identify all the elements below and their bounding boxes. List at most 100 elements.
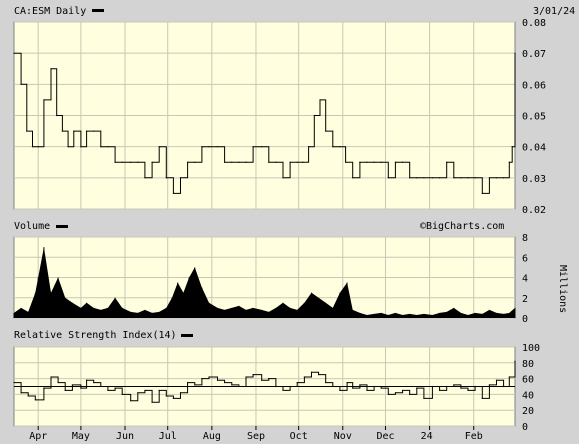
data-point: [514, 52, 516, 54]
data-point: [467, 389, 469, 392]
data-point: [43, 99, 45, 101]
data-point: [332, 385, 334, 388]
data-point: [158, 146, 160, 148]
data-point: [511, 146, 513, 148]
data-point: [302, 161, 304, 163]
data-point: [453, 384, 455, 386]
y-tick-label: 20: [522, 406, 534, 417]
y-tick-label: 100: [522, 343, 540, 354]
volume-label: Volume: [14, 221, 50, 232]
data-point: [165, 395, 167, 397]
y-tick-label: 8: [522, 233, 528, 244]
data-point: [453, 177, 455, 179]
data-point: [495, 379, 498, 381]
y-tick-label: 6: [522, 253, 528, 264]
data-point: [187, 381, 189, 384]
data-point: [216, 146, 219, 148]
data-point: [446, 385, 448, 388]
data-point: [252, 146, 254, 148]
data-point: [93, 130, 95, 132]
data-point: [495, 177, 498, 179]
x-tick-label: Oct: [290, 431, 308, 442]
data-point: [137, 161, 139, 163]
data-point: [64, 389, 66, 392]
data-point: [93, 381, 95, 384]
data-point: [172, 397, 175, 399]
data-point: [438, 389, 441, 392]
data-point: [289, 385, 291, 388]
x-tick-label: Nov: [334, 431, 352, 442]
data-point: [481, 397, 483, 399]
data-point: [231, 161, 233, 163]
x-tick-label: May: [72, 431, 90, 442]
data-point: [100, 385, 102, 388]
volume-units-label: Millions: [557, 265, 568, 313]
x-tick-label: Jul: [159, 431, 177, 442]
x-tick-label: Aug: [203, 431, 221, 442]
data-point: [387, 393, 389, 395]
data-point: [339, 389, 341, 392]
data-point: [352, 387, 354, 389]
data-point: [121, 393, 123, 395]
data-point: [394, 161, 397, 163]
volume-axis: 8 6 4 2 0: [522, 233, 528, 325]
data-point: [85, 379, 88, 381]
data-point: [107, 146, 109, 148]
data-point: [43, 387, 45, 389]
data-point: [144, 177, 146, 179]
data-point: [158, 389, 160, 392]
x-tick-label: Sep: [247, 431, 265, 442]
data-point: [488, 177, 490, 179]
data-point: [37, 146, 39, 148]
data-point: [261, 379, 263, 381]
rsi-axis: 100 80 60 40 20 0: [522, 343, 540, 433]
data-point: [130, 400, 132, 402]
x-tick-label: Jun: [116, 431, 134, 442]
data-point: [194, 161, 196, 163]
data-point: [514, 360, 516, 362]
y-tick-label: 0.02: [522, 205, 546, 216]
data-point: [488, 384, 490, 386]
data-point: [80, 387, 82, 389]
data-point: [431, 177, 434, 179]
data-point: [34, 399, 36, 401]
data-point: [319, 99, 321, 101]
data-point: [317, 374, 320, 376]
y-tick-label: 40: [522, 390, 534, 401]
x-tick-label: 24: [421, 431, 433, 442]
data-point: [380, 161, 382, 163]
data-point: [268, 378, 270, 380]
data-point: [481, 192, 483, 195]
data-point: [366, 389, 368, 392]
data-point: [73, 130, 75, 132]
data-point: [20, 83, 22, 85]
data-point: [80, 146, 82, 148]
data-point: [57, 381, 59, 384]
data-point: [252, 374, 254, 376]
data-point: [224, 381, 226, 384]
legend-swatch: [92, 9, 104, 12]
legend-swatch: [56, 225, 68, 228]
data-point: [438, 177, 441, 179]
y-tick-label: 0.03: [522, 174, 546, 185]
data-point: [423, 177, 425, 179]
data-point: [20, 392, 22, 394]
data-point: [275, 161, 277, 163]
data-point: [303, 376, 305, 378]
rsi-label: Relative Strength Index(14): [14, 330, 177, 341]
data-point: [61, 130, 63, 132]
data-point: [332, 146, 334, 148]
data-point: [431, 385, 434, 388]
stock-chart: CA:ESM Daily 3/01/24 0.080.070.060.050.0…: [13, 6, 575, 442]
data-point: [401, 161, 404, 163]
chart-title: CA:ESM Daily: [14, 6, 86, 17]
data-point: [380, 387, 382, 389]
data-point: [289, 161, 291, 163]
data-point: [325, 130, 327, 132]
y-tick-label: 0.08: [522, 18, 546, 29]
data-point: [310, 371, 313, 373]
data-point: [387, 177, 389, 179]
data-point: [394, 392, 397, 394]
data-point: [474, 385, 476, 388]
data-point: [346, 381, 348, 384]
